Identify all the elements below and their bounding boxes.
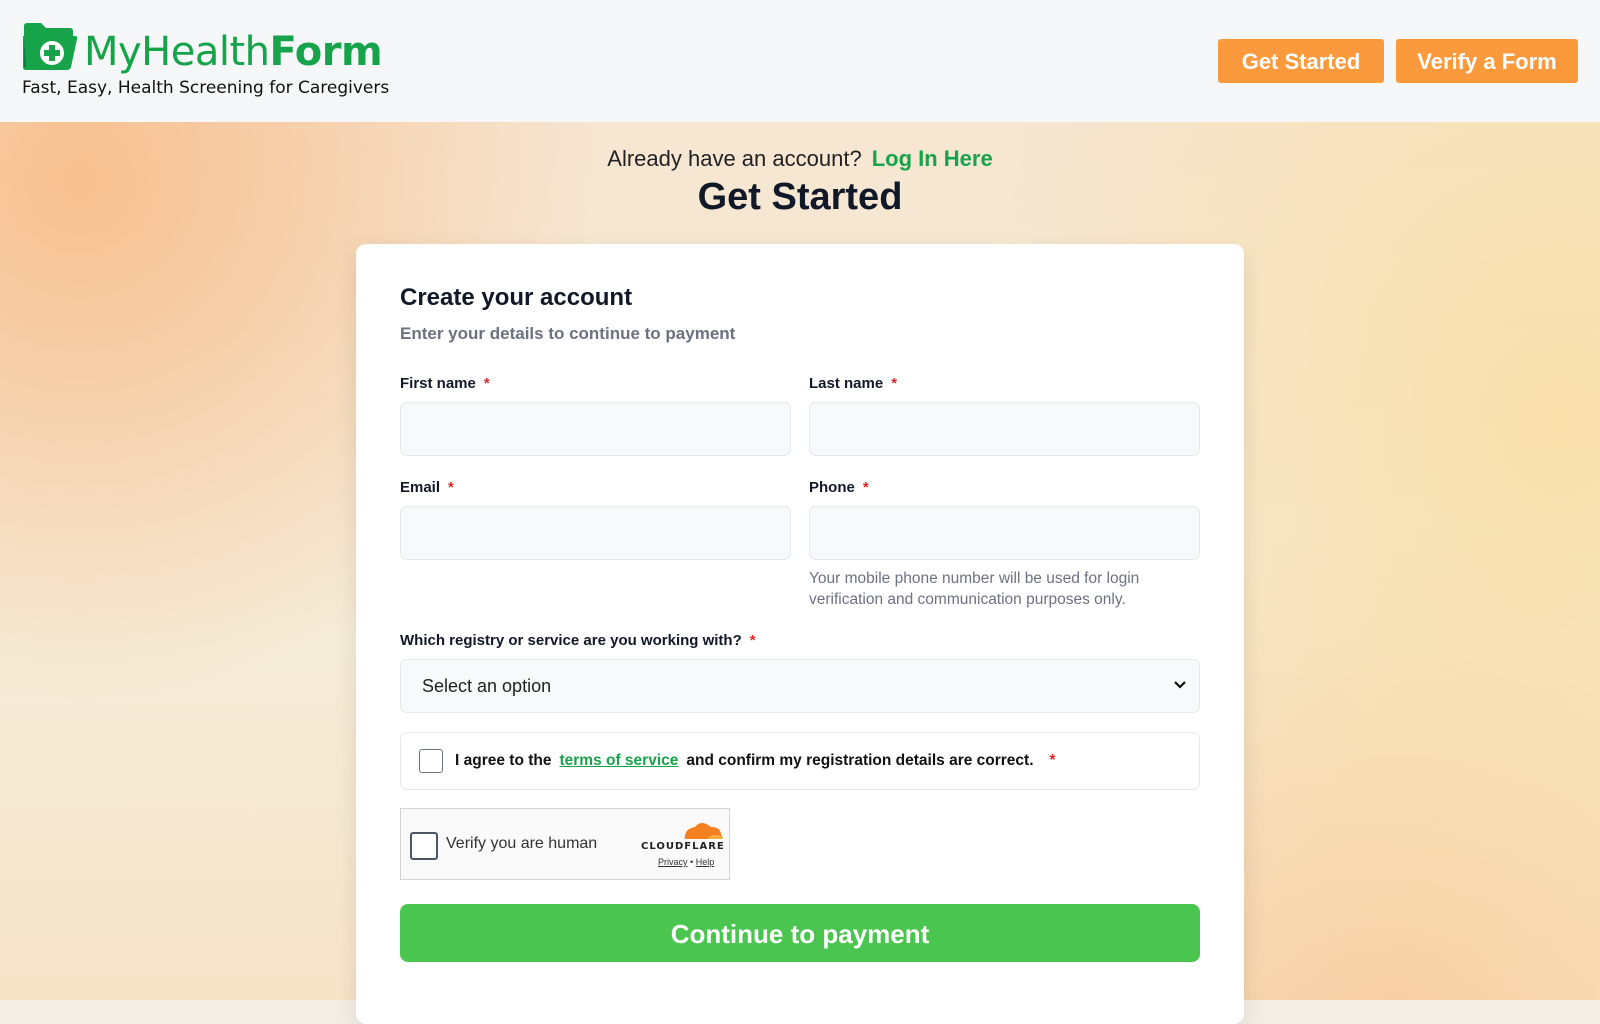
registry-selected-value: Select an option	[422, 676, 552, 696]
captcha-widget: Verify you are human CLOUDFLARE Privacy …	[400, 808, 730, 880]
continue-to-payment-button[interactable]: Continue to payment	[400, 904, 1200, 962]
terms-of-service-link[interactable]: terms of service	[559, 752, 678, 769]
page-title: Get Started	[697, 176, 903, 218]
terms-checkbox[interactable]	[419, 749, 443, 773]
medical-folder-icon	[23, 23, 78, 70]
tagline: Fast, Easy, Health Screening for Caregiv…	[22, 78, 390, 98]
verify-form-button[interactable]: Verify a Form	[1396, 39, 1578, 83]
email-label: Email *	[400, 479, 454, 496]
required-mark: *	[483, 375, 490, 392]
chevron-down-icon	[1174, 681, 1186, 689]
card-subtitle: Enter your details to continue to paymen…	[400, 324, 736, 343]
required-mark: *	[891, 375, 898, 392]
required-mark: *	[749, 632, 756, 649]
signup-card: Create your account Enter your details t…	[356, 244, 1244, 1024]
logo[interactable]: MyHealthForm	[22, 20, 402, 76]
registry-select[interactable]: Select an option	[400, 659, 1200, 713]
login-link[interactable]: Log In Here	[872, 146, 993, 171]
first-name-input[interactable]	[400, 402, 791, 456]
phone-label: Phone *	[809, 479, 869, 496]
cloudflare-cloud-icon	[684, 823, 723, 841]
last-name-input[interactable]	[809, 402, 1200, 456]
required-mark: *	[862, 479, 869, 496]
account-prompt-text: Already have an account?	[607, 146, 862, 171]
terms-agreement: I agree to the terms of service and confir…	[400, 732, 1200, 790]
captcha-label: Verify you are human	[446, 835, 598, 852]
brand-name: MyHealthForm	[84, 29, 383, 75]
required-mark: *	[448, 479, 454, 496]
captcha-help-link[interactable]: Help	[696, 857, 715, 867]
captcha-links: Privacy • Help	[658, 857, 715, 867]
terms-text: I agree to the terms of service and confir…	[455, 752, 1056, 769]
registry-label: Which registry or service are you workin…	[400, 632, 756, 649]
card-title: Create your account	[400, 284, 633, 311]
captcha-provider: CLOUDFLARE	[641, 841, 725, 852]
email-input[interactable]	[400, 506, 791, 560]
account-prompt: Already have an account? Log In Here	[0, 146, 1600, 172]
get-started-button[interactable]: Get Started	[1218, 39, 1384, 83]
captcha-checkbox[interactable]	[410, 832, 438, 860]
phone-input[interactable]	[809, 506, 1200, 560]
captcha-privacy-link[interactable]: Privacy	[658, 857, 688, 867]
last-name-label: Last name *	[809, 375, 898, 392]
required-mark: *	[1049, 752, 1056, 769]
site-header: MyHealthForm Fast, Easy, Health Screenin…	[0, 0, 1600, 123]
phone-help-text: Your mobile phone number will be used fo…	[809, 570, 1140, 608]
first-name-label: First name *	[400, 375, 490, 392]
